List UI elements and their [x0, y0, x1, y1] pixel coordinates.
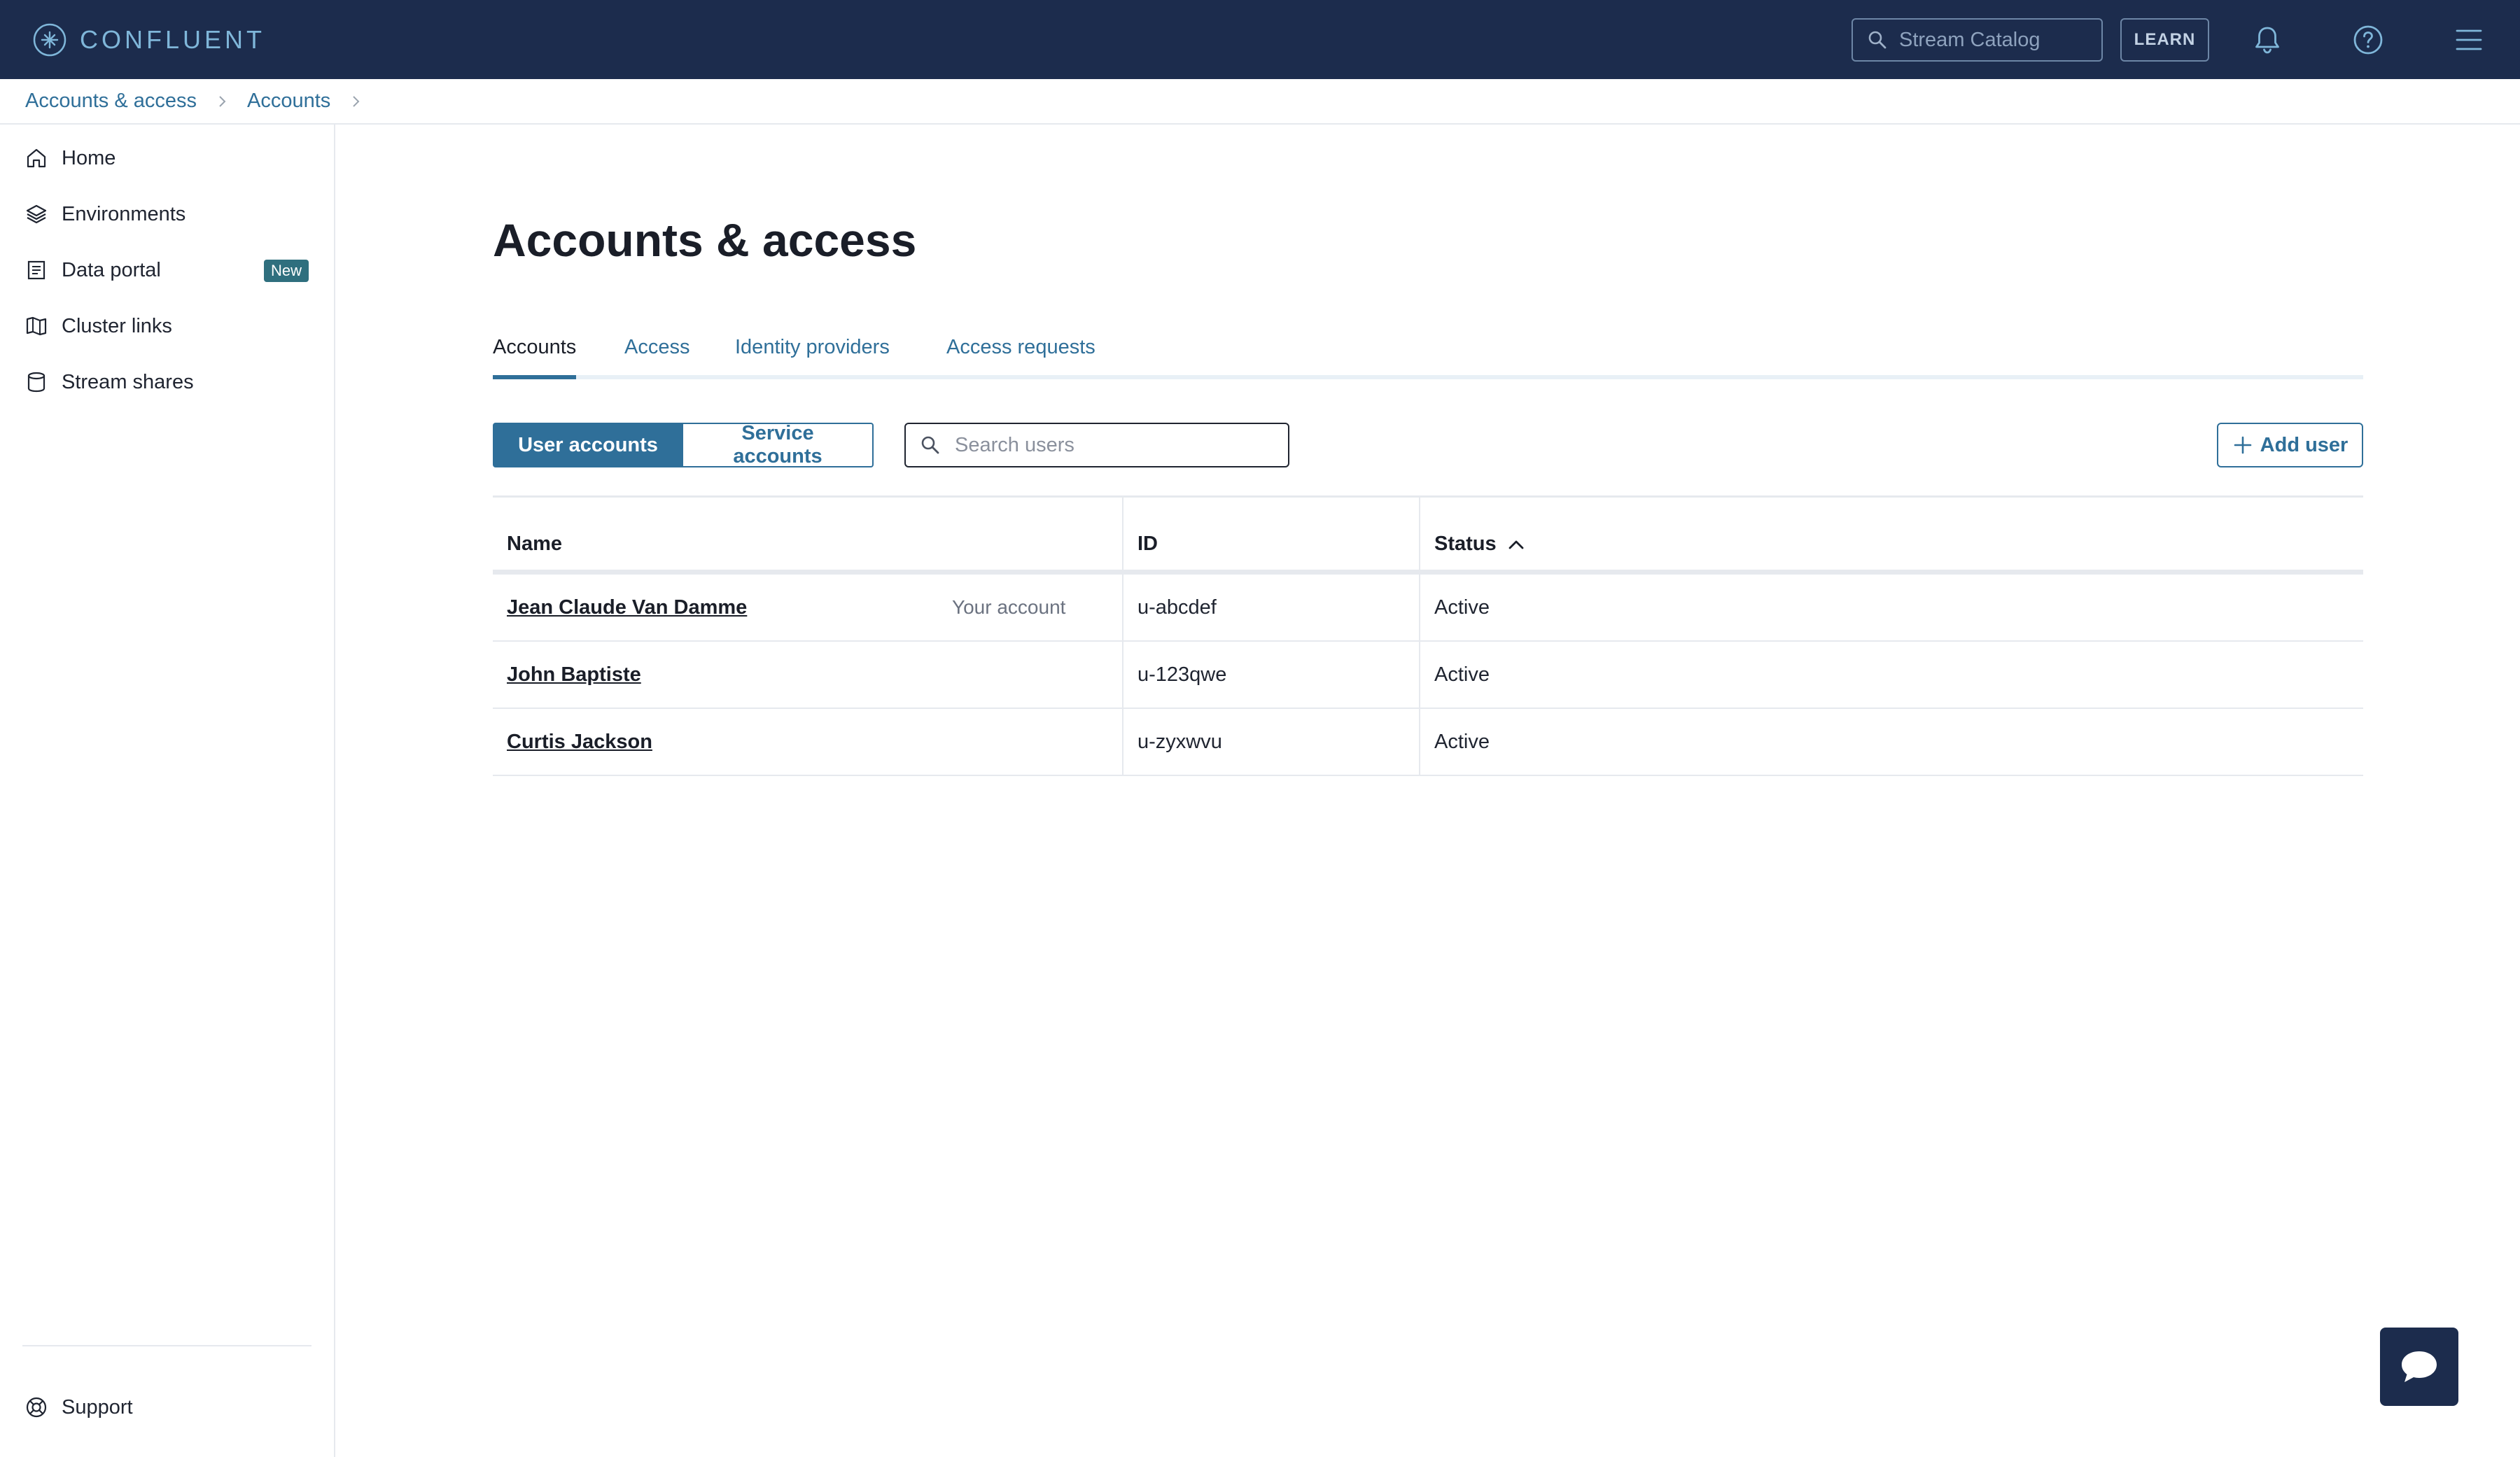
your-account-label: Your account: [952, 596, 1066, 618]
chevron-right-icon: [215, 94, 229, 108]
chevron-up-icon[interactable]: [1506, 535, 1526, 554]
main-menu-button[interactable]: [2450, 21, 2488, 59]
breadcrumb: Accounts & access Accounts: [0, 79, 2520, 125]
sidebar-item-support[interactable]: Support: [0, 1383, 334, 1432]
chat-support-button[interactable]: [2380, 1328, 2458, 1406]
search-users-input[interactable]: [953, 432, 1278, 458]
status-cell: Active: [1434, 730, 1490, 753]
map-icon: [24, 314, 49, 339]
sidebar-divider: [22, 1345, 312, 1346]
user-name-link[interactable]: Jean Claude Van Damme: [507, 596, 747, 619]
chevron-right-icon: [349, 94, 363, 108]
user-name-link[interactable]: John Baptiste: [507, 663, 641, 687]
plus-icon: [2234, 436, 2251, 454]
add-user-label: Add user: [2260, 433, 2348, 456]
user-search[interactable]: [904, 423, 1289, 467]
table-header-row: Name ID Status: [493, 498, 2363, 575]
page-title: Accounts & access: [493, 214, 917, 266]
learn-button[interactable]: LEARN: [2120, 18, 2209, 62]
search-icon: [921, 436, 939, 454]
add-user-button[interactable]: Add user: [2217, 423, 2363, 467]
database-icon: [24, 369, 49, 395]
sidebar: Home Environments Data portal New Cluste…: [0, 125, 335, 1457]
home-icon: [24, 146, 49, 171]
stream-catalog-search[interactable]: [1851, 18, 2103, 62]
layers-icon: [24, 202, 49, 227]
name-cell: John Baptiste: [493, 642, 1124, 708]
tab-access[interactable]: Access: [624, 329, 690, 375]
column-header-status[interactable]: Status: [1420, 498, 2363, 570]
bell-icon: [2255, 27, 2279, 54]
sidebar-item-stream-shares[interactable]: Stream shares: [0, 358, 334, 407]
document-icon: [24, 258, 49, 283]
help-icon: [2353, 25, 2383, 55]
table-row: Curtis Jackson u-zyxwvu Active: [493, 709, 2363, 776]
sidebar-item-label: Stream shares: [62, 370, 194, 393]
status-cell: Active: [1434, 663, 1490, 686]
tab-access-requests[interactable]: Access requests: [946, 329, 1096, 375]
menu-icon: [2456, 29, 2482, 50]
user-accounts-button[interactable]: User accounts: [493, 423, 683, 467]
name-cell: Jean Claude Van Damme Your account: [493, 575, 1124, 640]
search-icon: [1868, 31, 1886, 49]
sidebar-item-environments[interactable]: Environments: [0, 190, 334, 239]
sidebar-item-cluster-links[interactable]: Cluster links: [0, 302, 334, 351]
table-row: John Baptiste u-123qwe Active: [493, 642, 2363, 709]
new-badge: New: [264, 260, 309, 282]
id-cell: u-123qwe: [1124, 642, 1420, 708]
sidebar-item-label: Cluster links: [62, 314, 172, 337]
sidebar-item-label: Support: [62, 1395, 133, 1419]
breadcrumb-accounts-access[interactable]: Accounts & access: [25, 90, 197, 113]
sidebar-item-label: Home: [62, 146, 116, 169]
column-header-name[interactable]: Name: [493, 498, 1124, 570]
name-cell: Curtis Jackson: [493, 709, 1124, 775]
tab-accounts[interactable]: Accounts: [493, 329, 577, 379]
sidebar-item-data-portal[interactable]: Data portal New: [0, 246, 334, 295]
sidebar-item-home[interactable]: Home: [0, 134, 334, 183]
service-accounts-button[interactable]: Service accounts: [683, 422, 874, 467]
notifications-button[interactable]: [2248, 21, 2286, 59]
sidebar-item-label: Data portal: [62, 258, 161, 281]
tab-bar: Accounts Access Identity providers Acces…: [493, 329, 2363, 379]
brand[interactable]: CONFLUENT: [32, 22, 265, 58]
account-type-toggle: User accounts Service accounts: [493, 422, 874, 467]
top-navigation-bar: CONFLUENT LEARN: [0, 0, 2520, 79]
confluent-logo-icon: [33, 23, 66, 57]
stream-catalog-input[interactable]: [1898, 27, 2090, 52]
brand-name: CONFLUENT: [80, 25, 266, 54]
id-cell: u-zyxwvu: [1124, 709, 1420, 775]
accounts-table: Name ID Status Jean Claude Van Damme You…: [493, 495, 2363, 776]
status-cell: Active: [1434, 596, 1490, 619]
id-cell: u-abcdef: [1124, 575, 1420, 640]
lifebuoy-icon: [24, 1395, 49, 1420]
help-button[interactable]: [2349, 21, 2387, 59]
tab-identity-providers[interactable]: Identity providers: [735, 329, 890, 375]
chat-bubble-icon: [2402, 1351, 2437, 1382]
user-name-link[interactable]: Curtis Jackson: [507, 731, 652, 754]
column-header-id[interactable]: ID: [1124, 498, 1420, 570]
breadcrumb-accounts[interactable]: Accounts: [247, 90, 330, 113]
table-row: Jean Claude Van Damme Your account u-abc…: [493, 575, 2363, 642]
sidebar-item-label: Environments: [62, 202, 186, 225]
